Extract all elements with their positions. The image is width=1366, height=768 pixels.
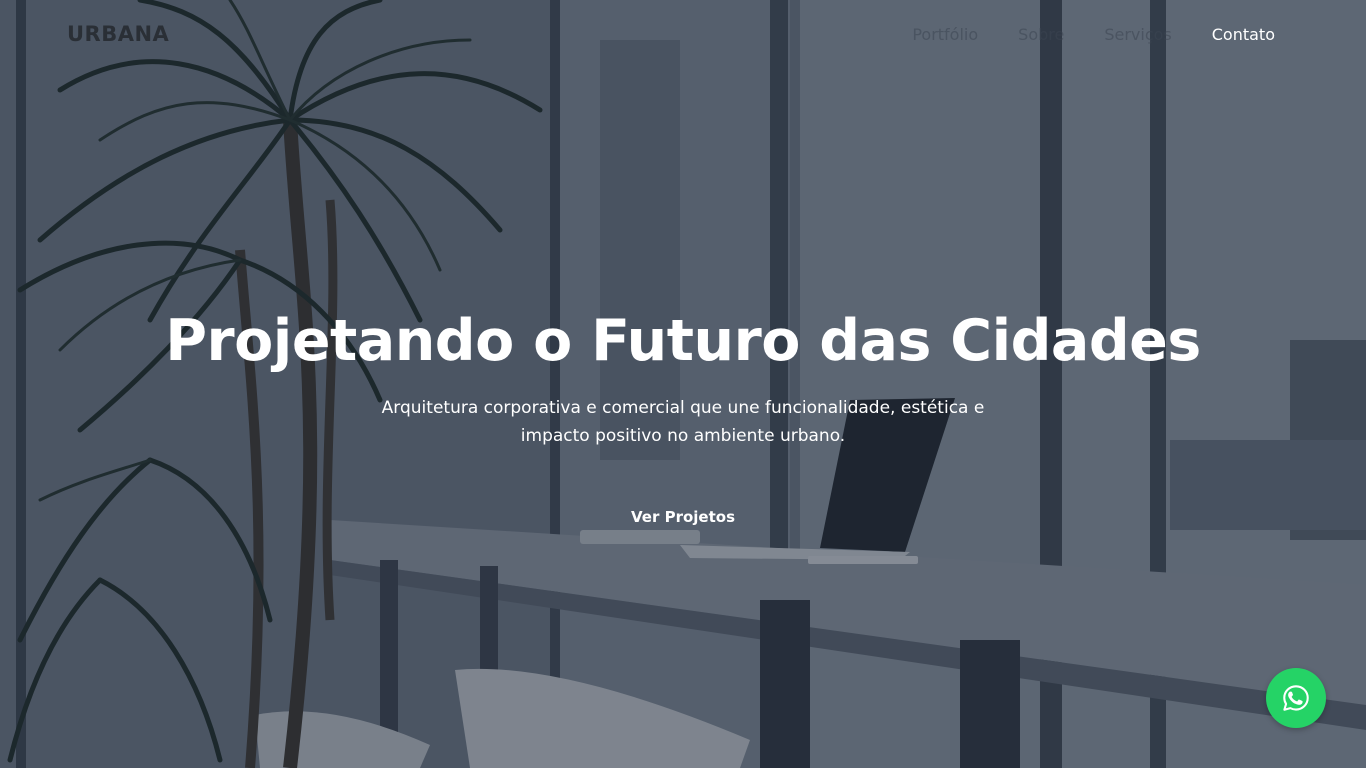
- nav-link-sobre[interactable]: Sobre: [1018, 25, 1064, 44]
- top-navbar: URBANA Portfólio Sobre Serviços Contato: [0, 0, 1366, 70]
- nav-link-portfolio[interactable]: Portfólio: [912, 25, 978, 44]
- hero-content: Projetando o Futuro das Cidades Arquitet…: [0, 306, 1366, 530]
- whatsapp-icon: [1283, 685, 1309, 711]
- hero-title: Projetando o Futuro das Cidades: [165, 308, 1201, 374]
- nav-link-servicos[interactable]: Serviços: [1104, 25, 1171, 44]
- whatsapp-button[interactable]: [1266, 668, 1326, 728]
- nav-links: Portfólio Sobre Serviços Contato: [872, 25, 1275, 44]
- logo[interactable]: URBANA: [67, 22, 169, 46]
- hero-subtitle: Arquitetura corporativa e comercial que …: [381, 398, 985, 446]
- hero-section: URBANA Portfólio Sobre Serviços Contato …: [0, 0, 1366, 768]
- nav-link-contato[interactable]: Contato: [1212, 25, 1275, 44]
- ver-projetos-button[interactable]: Ver Projetos: [621, 504, 745, 530]
